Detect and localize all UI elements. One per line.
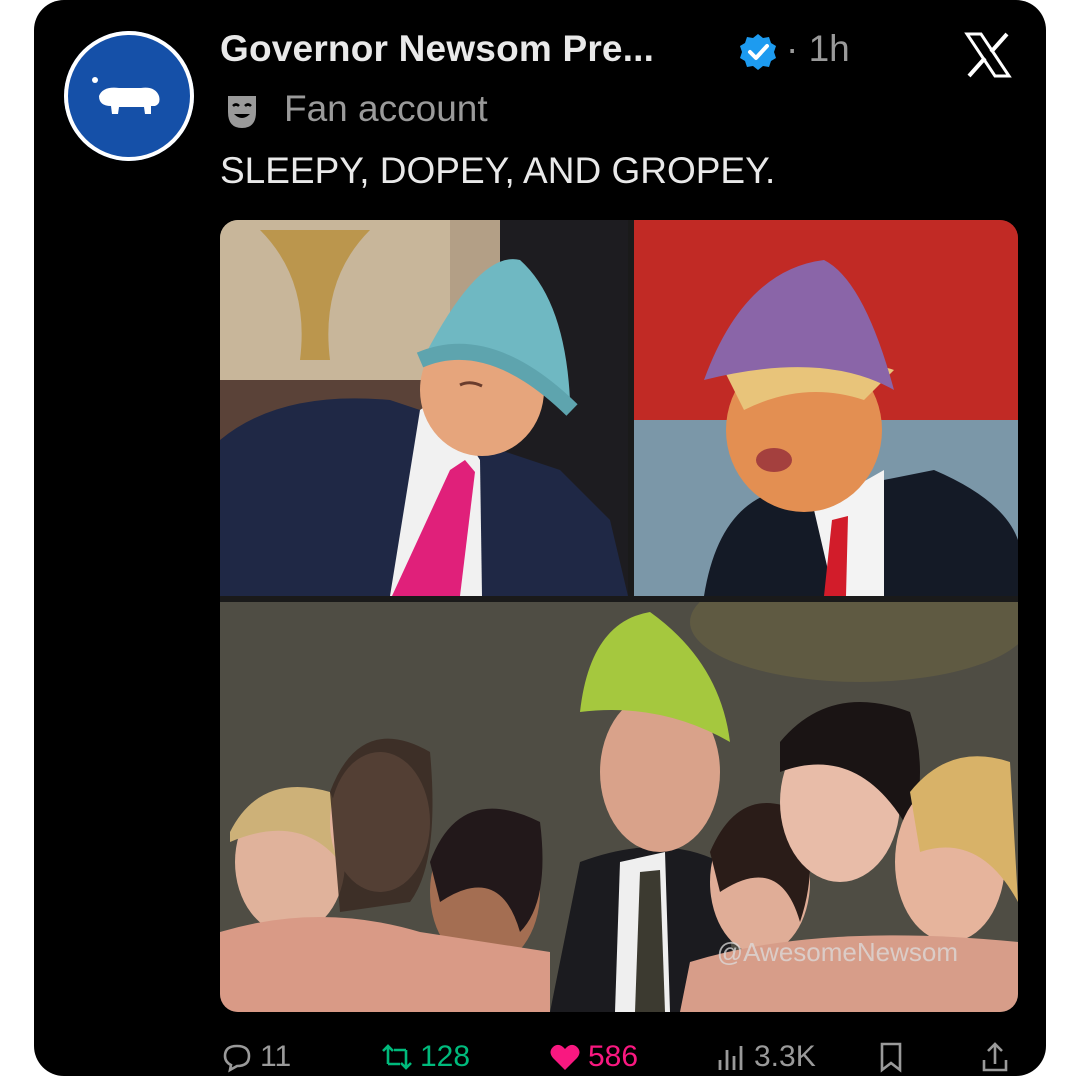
bookmark-button[interactable]	[874, 1040, 908, 1074]
hippo-icon	[92, 77, 160, 114]
like-button[interactable]: 586	[548, 1040, 638, 1074]
media-watermark: @AwesomeNewsom	[716, 937, 958, 967]
views-button[interactable]: 3.3K	[714, 1040, 816, 1074]
media-panel-gropey: @AwesomeNewsom	[220, 602, 1018, 1012]
media-panel-dopey	[634, 220, 1018, 596]
heart-icon	[550, 1044, 580, 1070]
post-media[interactable]: @AwesomeNewsom	[220, 220, 1018, 1012]
media-panel-sleepy	[220, 220, 628, 596]
reply-count: 11	[260, 1040, 292, 1073]
views-count: 3.3K	[754, 1040, 816, 1073]
repost-icon	[382, 1044, 412, 1070]
repost-count: 128	[420, 1040, 471, 1073]
theater-mask-icon	[228, 96, 256, 128]
share-icon	[982, 1042, 1008, 1072]
avatar[interactable]	[64, 31, 194, 161]
reply-icon	[223, 1044, 251, 1073]
bookmark-icon	[880, 1042, 902, 1073]
repost-button[interactable]: 128	[380, 1040, 470, 1074]
x-logo-icon[interactable]	[963, 30, 1013, 80]
post-text: SLEEPY, DOPEY, AND GROPEY.	[220, 150, 776, 191]
action-bar: 11 128 586 3.3K	[220, 1040, 1020, 1080]
share-button[interactable]	[978, 1040, 1012, 1074]
verified-badge-icon	[740, 34, 776, 70]
like-count: 586	[588, 1040, 639, 1073]
reply-button[interactable]: 11	[220, 1040, 291, 1074]
account-type-label: Fan account	[284, 88, 488, 129]
post-time[interactable]: · 1h	[786, 28, 850, 70]
views-icon	[718, 1046, 743, 1070]
author-name[interactable]: Governor Newsom Pre...	[220, 28, 654, 70]
